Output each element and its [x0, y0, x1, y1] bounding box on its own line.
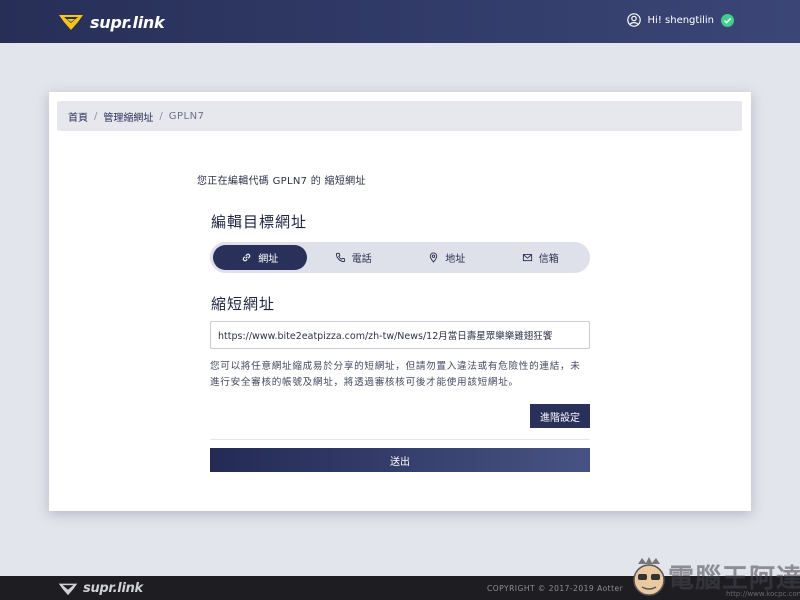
phone-icon	[335, 252, 345, 263]
top-navbar: supr.link Hi! shengtilin	[0, 0, 800, 43]
tab-phone-label: 電話	[351, 254, 372, 265]
user-icon	[626, 13, 641, 27]
breadcrumb-home[interactable]: 首頁	[68, 109, 88, 124]
tab-address-label: 地址	[445, 254, 466, 265]
divider	[210, 439, 590, 440]
breadcrumb-separator: /	[94, 110, 98, 122]
footer-brand-name: supr.link	[83, 581, 143, 596]
link-icon	[242, 253, 251, 262]
target-url-input[interactable]	[210, 321, 590, 349]
copyright-text: COPYRIGHT © 2017-2019 Aotter	[487, 584, 624, 593]
tab-email[interactable]: 信箱	[494, 245, 588, 270]
tab-address[interactable]: 地址	[400, 245, 494, 270]
target-type-tabs: 網址 電話 地址 信箱	[210, 242, 590, 273]
brand-name: supr.link	[90, 12, 165, 32]
short-url-title: 縮短網址	[211, 295, 276, 313]
tab-email-label: 信箱	[538, 254, 559, 265]
brand-logo[interactable]: supr.link	[58, 11, 165, 33]
verified-check-icon	[721, 13, 734, 27]
footer: supr.link COPYRIGHT © 2017-2019 Aotter	[0, 576, 800, 600]
tab-url-label: 網址	[258, 254, 279, 265]
tab-phone[interactable]: 電話	[307, 245, 401, 270]
edit-target-title: 編輯目標網址	[211, 213, 308, 231]
advanced-settings-button[interactable]: 進階設定	[530, 404, 590, 428]
map-pin-icon	[430, 252, 438, 263]
user-greeting: Hi! shengtilin	[647, 14, 714, 26]
tab-url[interactable]: 網址	[213, 245, 307, 270]
breadcrumb-current: GPLN7	[168, 110, 205, 122]
breadcrumb-manage[interactable]: 管理縮網址	[103, 109, 153, 124]
edit-intro-text: 您正在編輯代碼 GPLN7 的 縮短網址	[197, 176, 366, 187]
breadcrumb: 首頁 / 管理縮網址 / GPLN7	[57, 101, 742, 131]
logo-mark-icon	[59, 15, 83, 30]
mail-icon	[522, 254, 532, 262]
breadcrumb-separator: /	[159, 110, 163, 122]
submit-button[interactable]: 送出	[210, 448, 590, 472]
footer-logo-mark-icon	[58, 583, 78, 595]
help-text: 您可以將任意網址縮成易於分享的短網址，但請勿置入違法或有危險性的連結，未進行安全…	[210, 361, 581, 388]
user-menu[interactable]: Hi! shengtilin	[626, 13, 734, 27]
footer-logo[interactable]: supr.link	[58, 581, 143, 596]
edit-link-card: 首頁 / 管理縮網址 / GPLN7 您正在編輯代碼 GPLN7 的 縮短網址 …	[49, 92, 751, 511]
